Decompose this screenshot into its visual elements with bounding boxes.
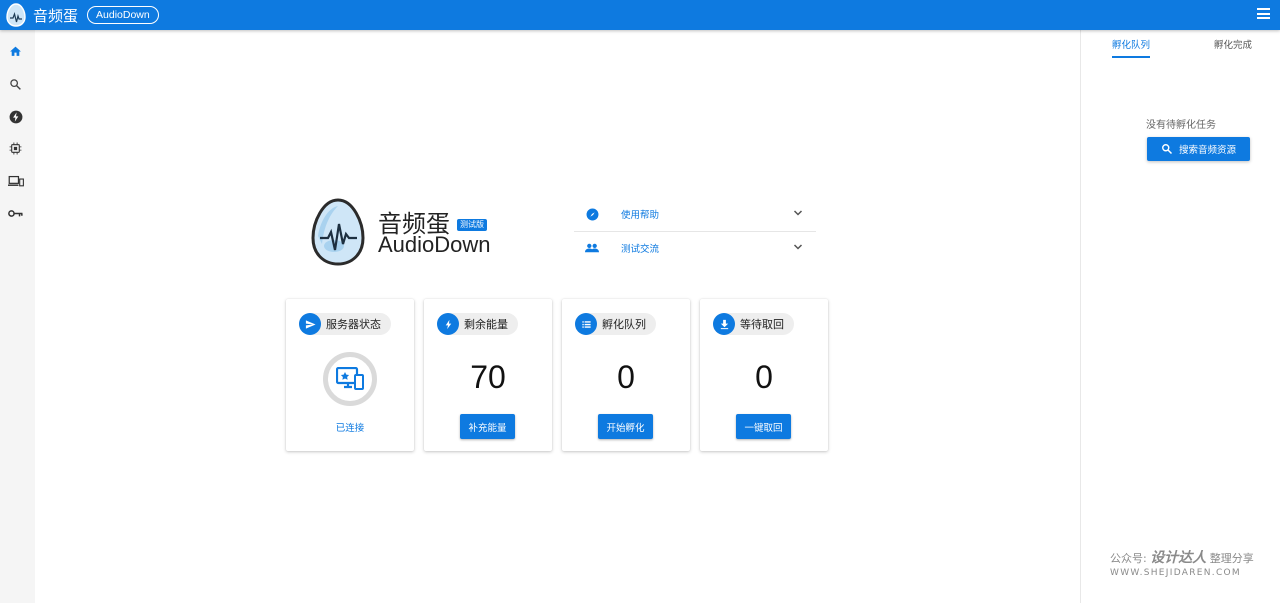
empty-queue-message: 没有待孵化任务 [1146,120,1216,131]
desktop-connected-icon [336,367,364,390]
tab-hatch-queue[interactable]: 孵化队列 [1112,40,1151,58]
watermark-brand: 设计达人 [1150,550,1207,566]
chevron-down-icon [793,210,803,216]
card-retrieve: 等待取回 0 一键取回 [700,299,828,451]
task-panel: 孵化队列 孵化完成 没有待孵化任务 搜索音频资源 [1080,30,1280,603]
lightning-icon [437,313,459,335]
card-header: 等待取回 [713,313,794,335]
accordion-community-label: 测试交流 [621,244,660,255]
download-icon [713,313,735,335]
watermark: 公众号: 设计达人 整理分享 WWW.SHEJIDAREN.COM [1110,551,1254,581]
search-icon [1162,144,1173,155]
retrieve-all-button[interactable]: 一键取回 [736,414,791,439]
card-header: 剩余能量 [437,313,518,335]
compass-icon [585,207,599,221]
connection-status: 已连接 [335,423,365,434]
search-icon[interactable] [7,76,24,93]
nav-rail [0,30,35,603]
card-energy: 剩余能量 70 补充能量 [424,299,552,451]
task-tabs: 孵化队列 孵化完成 [1081,40,1280,60]
chip-icon[interactable] [7,140,24,157]
accordion-help-label: 使用帮助 [621,210,660,221]
card-header: 孵化队列 [575,313,656,335]
recharge-button[interactable]: 补充能量 [460,414,515,439]
tab-hatch-done[interactable]: 孵化完成 [1214,40,1252,58]
card-queue: 孵化队列 0 开始孵化 [562,299,690,451]
send-icon [299,313,321,335]
card-title: 剩余能量 [464,318,508,331]
card-title: 服务器状态 [326,318,381,331]
people-icon [585,241,599,255]
menu-icon[interactable] [1257,8,1270,19]
home-icon[interactable] [7,43,24,60]
energy-value: 70 [470,359,506,395]
watermark-url: WWW.SHEJIDAREN.COM [1110,568,1241,578]
watermark-prefix: 公众号: [1110,552,1147,565]
top-app-bar: 音频蛋 AudioDown [0,0,1280,30]
hero-app-name-en: AudioDown [378,232,491,257]
key-icon[interactable] [7,205,24,222]
app-tag-chip: AudioDown [87,6,159,24]
accordion-help[interactable]: 使用帮助 [574,198,816,230]
search-audio-label: 搜索音频资源 [1178,145,1236,156]
devices-icon[interactable] [7,173,24,190]
watermark-suffix: 整理分享 [1209,552,1254,565]
list-icon [575,313,597,335]
card-server-status: 服务器状态 已连接 [286,299,414,451]
card-header: 服务器状态 [299,313,391,335]
chevron-down-icon [793,244,803,250]
connection-ring [323,352,377,406]
retrieve-count: 0 [755,359,773,395]
egg-logo-icon [311,198,365,266]
app-title: 音频蛋 [33,6,79,25]
search-audio-button[interactable]: 搜索音频资源 [1147,137,1250,161]
egg-logo-icon [6,3,26,27]
card-title: 孵化队列 [602,318,646,331]
lightning-icon[interactable] [7,108,24,125]
beta-badge: 测试版 [457,219,487,231]
start-hatch-button[interactable]: 开始孵化 [598,414,653,439]
accordion-community[interactable]: 测试交流 [574,232,816,264]
card-title: 等待取回 [740,318,784,331]
queue-count: 0 [617,359,635,395]
